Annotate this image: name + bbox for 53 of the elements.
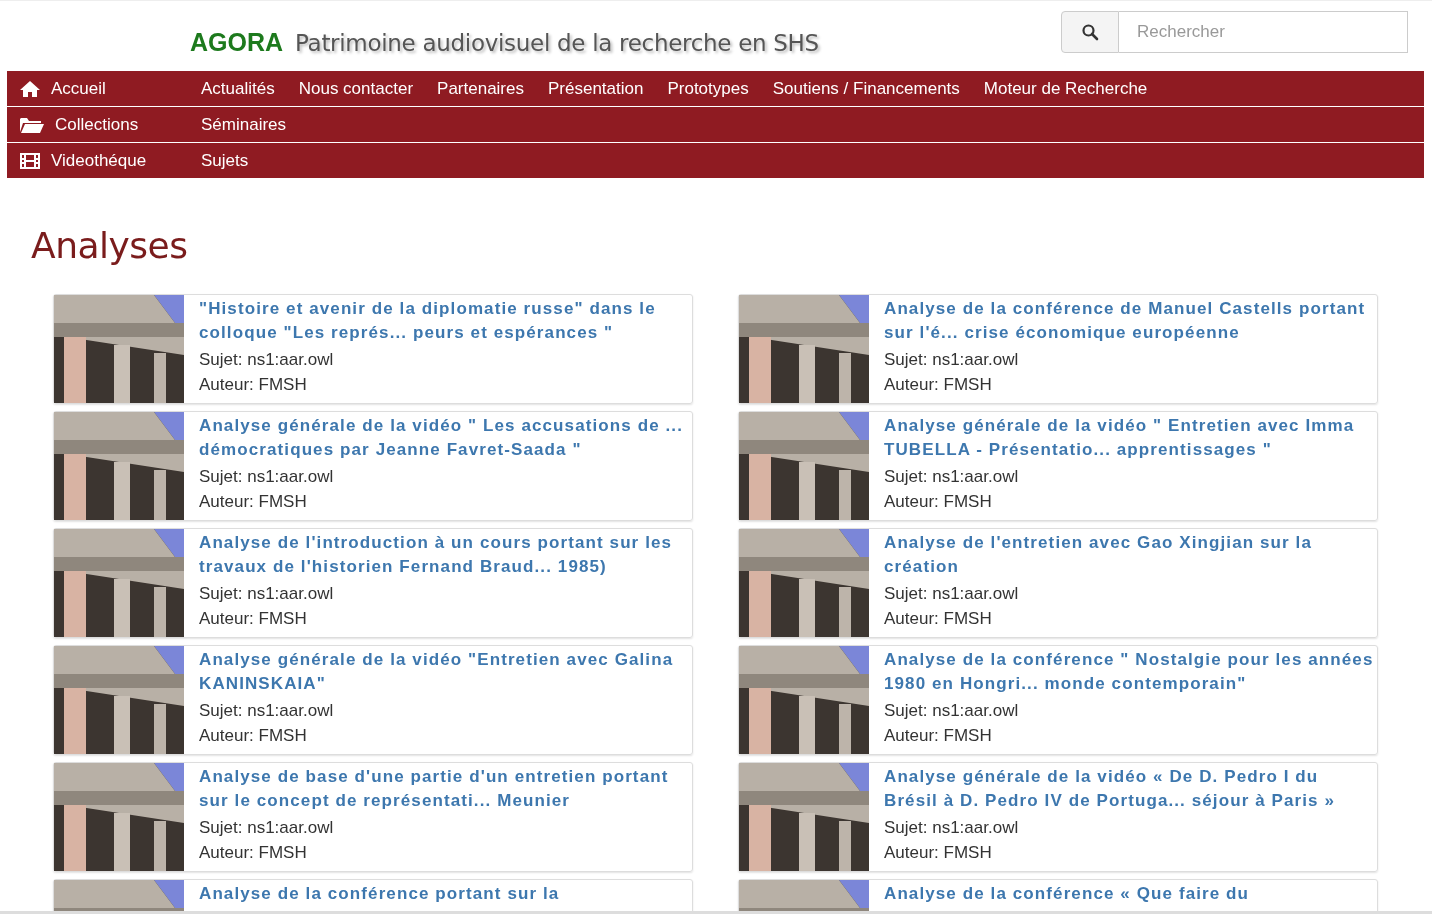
subject-text: Sujet: ns1:aar.owl	[884, 700, 1020, 722]
subject-text: Sujet: ns1:aar.owl	[199, 583, 335, 605]
subject-text: Sujet: ns1:aar.owl	[199, 349, 335, 371]
analysis-title-link[interactable]: "Histoire et avenir de la diplomatie russe" dans le colloque "Les représ... peurs et espérances "	[199, 297, 692, 345]
subject-text: Sujet: ns1:aar.owl	[199, 700, 335, 722]
author-text: Auteur: FMSH	[884, 491, 993, 513]
nav-link[interactable]: Nous contacter	[298, 78, 414, 99]
nav-link[interactable]: Séminaires	[201, 114, 287, 135]
nav-menu-link[interactable]: Accueil	[7, 78, 201, 99]
subject-text: Sujet: ns1:aar.owl	[199, 817, 335, 839]
analysis-title-link[interactable]: Analyse de base d'une partie d'un entretien portant sur le concept de représentati... Meunier	[199, 765, 692, 813]
analysis-title-link[interactable]: Analyse de la conférence portant sur la	[199, 882, 560, 906]
subject-text: Sujet: ns1:aar.owl	[884, 466, 1020, 488]
search-field[interactable]: Rechercher	[1119, 11, 1408, 53]
nav-link[interactable]: Moteur de Recherche	[983, 78, 1148, 99]
analysis-title-link[interactable]: Analyse générale de la vidéo " Les accusations de ... démocratiques par Jeanne Favret-Saada "	[199, 414, 692, 462]
search-icon	[1081, 23, 1099, 41]
folder-icon	[19, 115, 45, 134]
page-title: Analyses	[31, 225, 189, 266]
subject-text: Sujet: ns1:aar.owl	[199, 466, 335, 488]
film-icon	[19, 151, 41, 170]
analysis-title-link[interactable]: Analyse générale de la vidéo " Entretien avec Imma TUBELLA - Présentatio... apprentissages "	[884, 414, 1377, 462]
subject-text: Sujet: ns1:aar.owl	[884, 583, 1020, 605]
author-text: Auteur: FMSH	[884, 374, 993, 396]
analysis-title-link[interactable]: Analyse de l'entretien avec Gao Xingjian sur la création	[884, 531, 1377, 579]
author-text: Auteur: FMSH	[199, 725, 308, 747]
site-tagline: Patrimoine audiovisuel de la recherche en SHS	[295, 29, 819, 56]
nav-link[interactable]: Partenaires	[437, 78, 524, 99]
analysis-title-link[interactable]: Analyse générale de la vidéo « De D. Pedro I du Brésil à D. Pedro IV de Portuga... séjour à Paris »	[884, 765, 1377, 813]
analysis-title-link[interactable]: Analyse de la conférence « Que faire du	[884, 882, 1250, 906]
author-text: Auteur: FMSH	[884, 842, 993, 864]
nav-link[interactable]: Présentation	[548, 78, 644, 99]
analysis-title-link[interactable]: Analyse de la conférence de Manuel Castells portant sur l'é... crise économique européenne	[884, 297, 1377, 345]
subject-text: Sujet: ns1:aar.owl	[884, 817, 1020, 839]
subject-text: Sujet: ns1:aar.owl	[884, 349, 1020, 371]
nav-link[interactable]: Soutiens / Financements	[772, 78, 960, 99]
author-text: Auteur: FMSH	[884, 725, 993, 747]
home-icon	[19, 79, 41, 98]
author-text: Auteur: FMSH	[199, 374, 308, 396]
nav-link[interactable]: Actualités	[201, 78, 275, 99]
analysis-title-link[interactable]: Analyse de la conférence " Nostalgie pour les années 1980 en Hongri... monde contemporain"	[884, 648, 1377, 696]
nav-menu-link[interactable]: Collections	[7, 114, 201, 135]
nav-link[interactable]: Sujets	[201, 150, 249, 171]
author-text: Auteur: FMSH	[199, 491, 308, 513]
author-text: Auteur: FMSH	[884, 608, 993, 630]
search-button[interactable]	[1061, 11, 1119, 53]
nav-link[interactable]: Prototypes	[667, 78, 749, 99]
analysis-title-link[interactable]: Analyse de l'introduction à un cours portant sur les travaux de l'historien Fernand Braud... 1985)	[199, 531, 692, 579]
site-logo[interactable]: AGORA	[190, 27, 284, 57]
nav-menu-link[interactable]: Videothéque	[7, 150, 201, 171]
author-text: Auteur: FMSH	[199, 608, 308, 630]
analysis-title-link[interactable]: Analyse générale de la vidéo "Entretien avec Galina KANINSKAIA"	[199, 648, 692, 696]
author-text: Auteur: FMSH	[199, 842, 308, 864]
